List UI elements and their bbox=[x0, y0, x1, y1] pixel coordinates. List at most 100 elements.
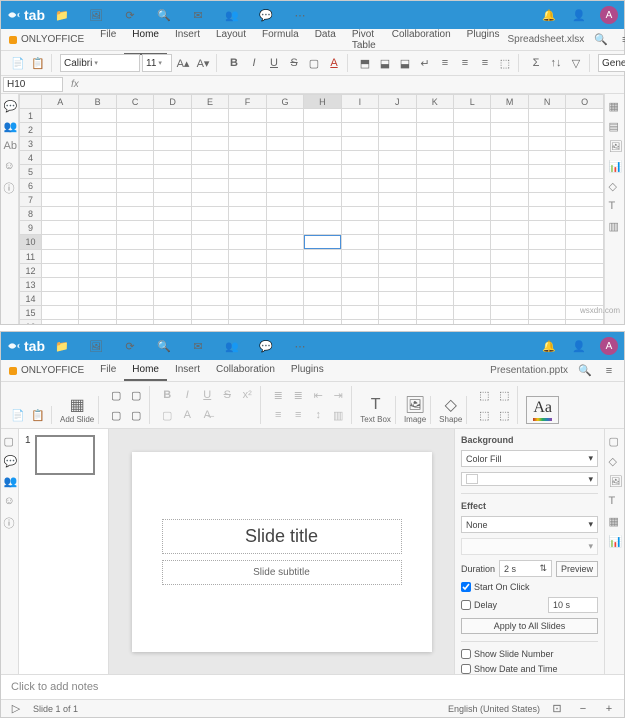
cell-D5[interactable] bbox=[154, 165, 191, 179]
underline-button[interactable]: U bbox=[198, 386, 216, 404]
cell-K15[interactable] bbox=[416, 306, 453, 320]
cell-G7[interactable] bbox=[266, 193, 303, 207]
text-settings-icon[interactable]: T bbox=[609, 495, 621, 507]
cell-H12[interactable] bbox=[304, 264, 341, 278]
fx-label[interactable]: fx bbox=[65, 79, 85, 90]
tab-pivot-table[interactable]: Pivot Table bbox=[344, 25, 384, 55]
cell-E11[interactable] bbox=[191, 250, 228, 264]
cell-O12[interactable] bbox=[566, 264, 604, 278]
paste-icon[interactable]: 📋 bbox=[29, 54, 47, 72]
cell-A3[interactable] bbox=[42, 137, 79, 151]
cell-B9[interactable] bbox=[79, 221, 116, 235]
indent-inc-icon[interactable]: ⇥ bbox=[329, 386, 347, 404]
cell-G6[interactable] bbox=[266, 179, 303, 193]
refresh-icon[interactable]: ⟳ bbox=[121, 6, 139, 24]
cell-K3[interactable] bbox=[416, 137, 453, 151]
slides-panel-icon[interactable]: ▢ bbox=[4, 435, 16, 447]
cell-J10[interactable] bbox=[379, 235, 416, 250]
row-header-1[interactable]: 1 bbox=[20, 109, 42, 123]
cell-K12[interactable] bbox=[416, 264, 453, 278]
cell-H3[interactable] bbox=[304, 137, 341, 151]
cell-N3[interactable] bbox=[528, 137, 565, 151]
shape-settings-icon[interactable]: ◇ bbox=[609, 455, 621, 467]
tab-collaboration[interactable]: Collaboration bbox=[208, 360, 283, 381]
cell-E14[interactable] bbox=[191, 292, 228, 306]
cell-O10[interactable] bbox=[566, 235, 604, 250]
cell-M6[interactable] bbox=[491, 179, 528, 193]
cell-B13[interactable] bbox=[79, 278, 116, 292]
col-header-B[interactable]: B bbox=[79, 95, 116, 109]
cell-B2[interactable] bbox=[79, 123, 116, 137]
folder-icon[interactable]: 📁 bbox=[53, 6, 71, 24]
cell-A16[interactable] bbox=[42, 320, 79, 325]
bullets-icon[interactable]: ≣ bbox=[269, 386, 287, 404]
cell-H11[interactable] bbox=[304, 250, 341, 264]
cell-H1[interactable] bbox=[304, 109, 341, 123]
effect-select[interactable]: None▾ bbox=[461, 516, 598, 533]
cell-B6[interactable] bbox=[79, 179, 116, 193]
cell-K16[interactable] bbox=[416, 320, 453, 325]
col-header-I[interactable]: I bbox=[341, 95, 378, 109]
bold-button[interactable]: B bbox=[225, 54, 243, 72]
fit-icon[interactable]: ⊡ bbox=[548, 700, 566, 718]
cell-F5[interactable] bbox=[229, 165, 266, 179]
cell-L12[interactable] bbox=[453, 264, 490, 278]
name-box[interactable]: H10 bbox=[3, 77, 63, 92]
feedback-icon[interactable]: ☺ bbox=[4, 160, 16, 172]
align-left-icon[interactable]: ≡ bbox=[269, 406, 287, 424]
user-icon[interactable]: 👤 bbox=[570, 337, 588, 355]
cell-D4[interactable] bbox=[154, 151, 191, 165]
cell-G2[interactable] bbox=[266, 123, 303, 137]
strike-button[interactable]: S bbox=[218, 386, 236, 404]
cell-D3[interactable] bbox=[154, 137, 191, 151]
cell-D7[interactable] bbox=[154, 193, 191, 207]
tab-layout[interactable]: Layout bbox=[208, 25, 254, 55]
decrease-font-icon[interactable]: A▾ bbox=[194, 54, 212, 72]
cell-L15[interactable] bbox=[453, 306, 490, 320]
cell-I11[interactable] bbox=[341, 250, 378, 264]
cell-D9[interactable] bbox=[154, 221, 191, 235]
cell-E8[interactable] bbox=[191, 207, 228, 221]
cell-L9[interactable] bbox=[453, 221, 490, 235]
col-header-H[interactable]: H bbox=[304, 95, 341, 109]
notes-area[interactable]: Click to add notes bbox=[1, 674, 624, 699]
cell-M10[interactable] bbox=[491, 235, 528, 250]
cell-J16[interactable] bbox=[379, 320, 416, 325]
cell-L5[interactable] bbox=[453, 165, 490, 179]
cell-O16[interactable] bbox=[566, 320, 604, 325]
theme-preview[interactable]: Aa bbox=[526, 396, 559, 424]
cell-D10[interactable] bbox=[154, 235, 191, 250]
cell-G13[interactable] bbox=[266, 278, 303, 292]
cell-M16[interactable] bbox=[491, 320, 528, 325]
cell-I7[interactable] bbox=[341, 193, 378, 207]
cell-M1[interactable] bbox=[491, 109, 528, 123]
font-size-select[interactable]: 11▾ bbox=[142, 54, 172, 72]
cell-B15[interactable] bbox=[79, 306, 116, 320]
cell-E1[interactable] bbox=[191, 109, 228, 123]
people-icon[interactable]: 👥 bbox=[223, 6, 241, 24]
cell-L8[interactable] bbox=[453, 207, 490, 221]
find-icon[interactable]: 🔍 bbox=[576, 362, 594, 380]
show-slide-number-checkbox[interactable] bbox=[461, 649, 471, 659]
copy-icon[interactable]: 📄 bbox=[9, 406, 27, 424]
avatar[interactable]: A bbox=[600, 6, 618, 24]
cell-H16[interactable] bbox=[304, 320, 341, 325]
table-settings-icon[interactable]: ▦ bbox=[609, 515, 621, 527]
cell-J6[interactable] bbox=[379, 179, 416, 193]
image-settings-icon[interactable]: 🖼 bbox=[609, 140, 621, 152]
more-icon[interactable]: ⋯ bbox=[291, 337, 309, 355]
cell-A9[interactable] bbox=[42, 221, 79, 235]
chart-settings-icon[interactable]: 📊 bbox=[609, 535, 621, 547]
cell-B5[interactable] bbox=[79, 165, 116, 179]
row-header-11[interactable]: 11 bbox=[20, 250, 42, 264]
cell-B14[interactable] bbox=[79, 292, 116, 306]
cell-M9[interactable] bbox=[491, 221, 528, 235]
chart-settings-icon[interactable]: 📊 bbox=[609, 160, 621, 172]
people-icon[interactable]: 👥 bbox=[223, 337, 241, 355]
cell-M5[interactable] bbox=[491, 165, 528, 179]
cell-J12[interactable] bbox=[379, 264, 416, 278]
cell-D15[interactable] bbox=[154, 306, 191, 320]
cell-A2[interactable] bbox=[42, 123, 79, 137]
cell-C8[interactable] bbox=[116, 207, 153, 221]
cell-B12[interactable] bbox=[79, 264, 116, 278]
